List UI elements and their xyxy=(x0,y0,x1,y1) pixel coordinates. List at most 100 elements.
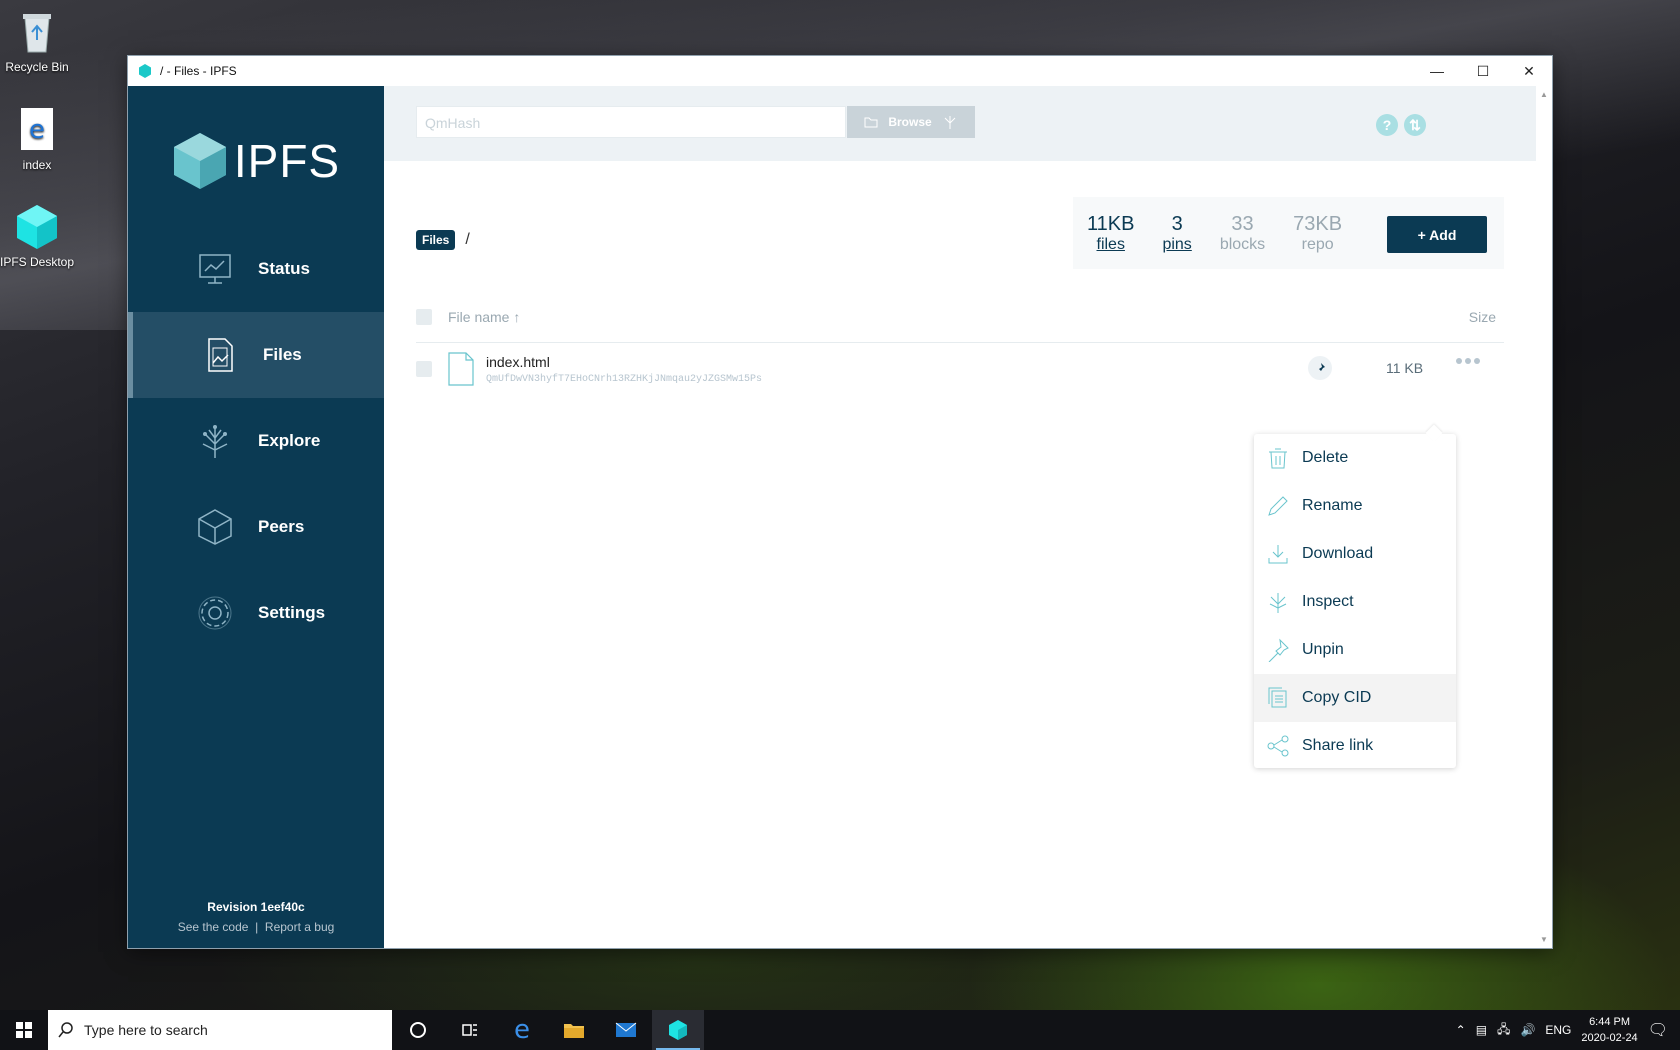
hash-search-input[interactable]: QmHash xyxy=(416,106,846,138)
stat-value: 3 xyxy=(1171,212,1183,235)
menu-item-label: Rename xyxy=(1302,497,1363,514)
top-band: QmHash Browse ? ⇅ xyxy=(384,86,1536,161)
status-monitor-icon xyxy=(199,254,231,284)
table-row[interactable]: index.html QmUfDwVN3hyfT7EHoCNrh13RZHKjJ… xyxy=(416,344,1504,394)
report-bug-link[interactable]: Report a bug xyxy=(265,920,334,934)
desktop-icon-label: index xyxy=(22,158,52,172)
inspect-tree-icon xyxy=(1269,593,1287,613)
revision-text: Revision 1eef40c xyxy=(207,900,305,914)
menu-item-rename[interactable]: Rename xyxy=(1254,482,1456,530)
menu-item-share-link[interactable]: Share link xyxy=(1254,722,1456,770)
update-icon[interactable]: ⇅ xyxy=(1404,114,1426,136)
stat-label: repo xyxy=(1301,235,1334,253)
stat-pins[interactable]: 3 pins xyxy=(1162,213,1191,254)
volume-icon[interactable]: 🔊 xyxy=(1520,1023,1535,1037)
help-icon[interactable]: ? xyxy=(1376,114,1398,136)
menu-item-label: Copy CID xyxy=(1302,689,1372,706)
edge-file-icon: e xyxy=(15,106,59,154)
file-icon xyxy=(448,352,474,386)
more-options-icon[interactable] xyxy=(1456,358,1480,364)
sidebar-item-peers[interactable]: Peers xyxy=(128,484,384,570)
file-explorer-icon[interactable] xyxy=(548,1010,600,1050)
file-cid: QmUfDwVN3hyfT7EHoCNrh13RZHKjJNmqau2yJZGS… xyxy=(486,373,763,385)
explore-small-icon xyxy=(944,116,956,129)
add-button[interactable]: + Add xyxy=(1387,216,1487,253)
menu-item-copy-cid[interactable]: Copy CID xyxy=(1254,674,1456,722)
language-indicator[interactable]: ENG xyxy=(1545,1023,1571,1037)
close-button[interactable]: ✕ xyxy=(1506,56,1552,86)
stat-label: pins xyxy=(1162,235,1192,253)
row-checkbox[interactable] xyxy=(416,361,432,377)
clock[interactable]: 6:44 PM 2020-02-24 xyxy=(1581,1014,1637,1046)
notifications-icon[interactable]: 🗨 xyxy=(1648,1020,1668,1040)
desktop-icon-index[interactable]: e index xyxy=(0,106,77,172)
network-icon[interactable]: 🖧 xyxy=(1497,1020,1510,1041)
taskbar-search-box[interactable]: Type here to search xyxy=(48,1010,392,1050)
menu-item-label: Download xyxy=(1302,545,1374,562)
scroll-up-icon[interactable]: ▲ xyxy=(1540,90,1548,99)
mail-icon[interactable] xyxy=(600,1010,652,1050)
menu-item-label: Share link xyxy=(1302,737,1374,754)
sidebar-item-settings[interactable]: Settings xyxy=(128,570,384,656)
ipfs-cube-icon xyxy=(15,203,59,251)
sidebar-item-explore[interactable]: Explore xyxy=(128,398,384,484)
window-scrollbar[interactable]: ▲ ▼ xyxy=(1536,86,1552,948)
tray-device-icon[interactable]: ▤ xyxy=(1476,1023,1487,1037)
menu-item-label: Delete xyxy=(1302,449,1349,466)
taskbar-search-placeholder: Type here to search xyxy=(84,1022,208,1038)
menu-item-label: Inspect xyxy=(1302,593,1354,610)
select-all-checkbox[interactable] xyxy=(416,308,432,325)
file-name[interactable]: index.html xyxy=(486,354,762,370)
stat-files[interactable]: 11KB files xyxy=(1087,213,1134,254)
stat-label: files xyxy=(1096,235,1125,253)
task-view-icon[interactable] xyxy=(444,1010,496,1050)
ipfs-taskbar-icon[interactable] xyxy=(652,1010,704,1050)
title-bar[interactable]: / - Files - IPFS — ☐ ✕ xyxy=(128,56,1552,86)
logo-text: IPFS xyxy=(233,135,341,187)
ipfs-logo-cube-icon xyxy=(173,133,226,189)
gear-icon xyxy=(198,596,232,630)
see-code-link[interactable]: See the code xyxy=(178,920,249,934)
files-icon xyxy=(208,338,233,372)
file-size: 11 KB xyxy=(1386,360,1424,376)
maximize-button[interactable]: ☐ xyxy=(1460,56,1506,86)
scroll-down-icon[interactable]: ▼ xyxy=(1540,935,1548,944)
peers-cube-icon xyxy=(198,509,232,545)
ipfs-app-icon xyxy=(139,64,151,78)
column-size[interactable]: Size xyxy=(1469,309,1496,325)
breadcrumb: Files / xyxy=(416,230,470,250)
browse-button[interactable]: Browse xyxy=(847,106,975,138)
stat-value: 73KB xyxy=(1293,212,1343,235)
recycle-bin-icon xyxy=(15,8,59,56)
sidebar-item-label: Status xyxy=(258,259,310,278)
menu-item-unpin[interactable]: Unpin xyxy=(1254,626,1456,674)
edge-taskbar-icon[interactable]: e xyxy=(496,1010,548,1050)
desktop-icon-label: IPFS Desktop xyxy=(0,255,75,269)
menu-item-delete[interactable]: Delete xyxy=(1254,434,1456,482)
explore-tree-icon xyxy=(202,425,228,458)
menu-item-label: Unpin xyxy=(1302,641,1344,658)
ipfs-logo[interactable]: IPFS xyxy=(128,86,384,226)
system-tray: ⌃ ▤ 🖧 🔊 ENG 6:44 PM 2020-02-24 🗨 xyxy=(1456,1014,1680,1046)
main-content: QmHash Browse ? ⇅ Files / 11KB files 3 p… xyxy=(384,86,1536,948)
stat-repo: 73KB repo xyxy=(1293,213,1342,254)
windows-start-icon[interactable] xyxy=(0,1010,48,1050)
sidebar-item-status[interactable]: Status xyxy=(128,226,384,312)
desktop-icon-ipfs-desktop[interactable]: IPFS Desktop xyxy=(0,203,77,269)
pencil-icon xyxy=(1268,496,1288,516)
desktop-icon-recycle-bin[interactable]: Recycle Bin xyxy=(0,8,77,74)
tray-chevron-up-icon[interactable]: ⌃ xyxy=(1456,1023,1466,1037)
stat-blocks: 33 blocks xyxy=(1220,213,1265,254)
folder-icon xyxy=(864,117,878,128)
cortana-icon[interactable] xyxy=(392,1010,444,1050)
menu-item-inspect[interactable]: Inspect xyxy=(1254,578,1456,626)
minimize-button[interactable]: — xyxy=(1414,56,1460,86)
svg-text:e: e xyxy=(29,115,45,145)
sidebar-footer: Revision 1eef40c See the code | Report a… xyxy=(128,900,384,934)
menu-item-download[interactable]: Download xyxy=(1254,530,1456,578)
pin-status-icon[interactable] xyxy=(1308,356,1332,380)
breadcrumb-files[interactable]: Files xyxy=(416,230,456,250)
sidebar-item-files[interactable]: Files xyxy=(128,312,384,398)
stat-value: 11KB xyxy=(1087,212,1135,235)
column-file-name[interactable]: File name ↑ xyxy=(448,309,520,325)
